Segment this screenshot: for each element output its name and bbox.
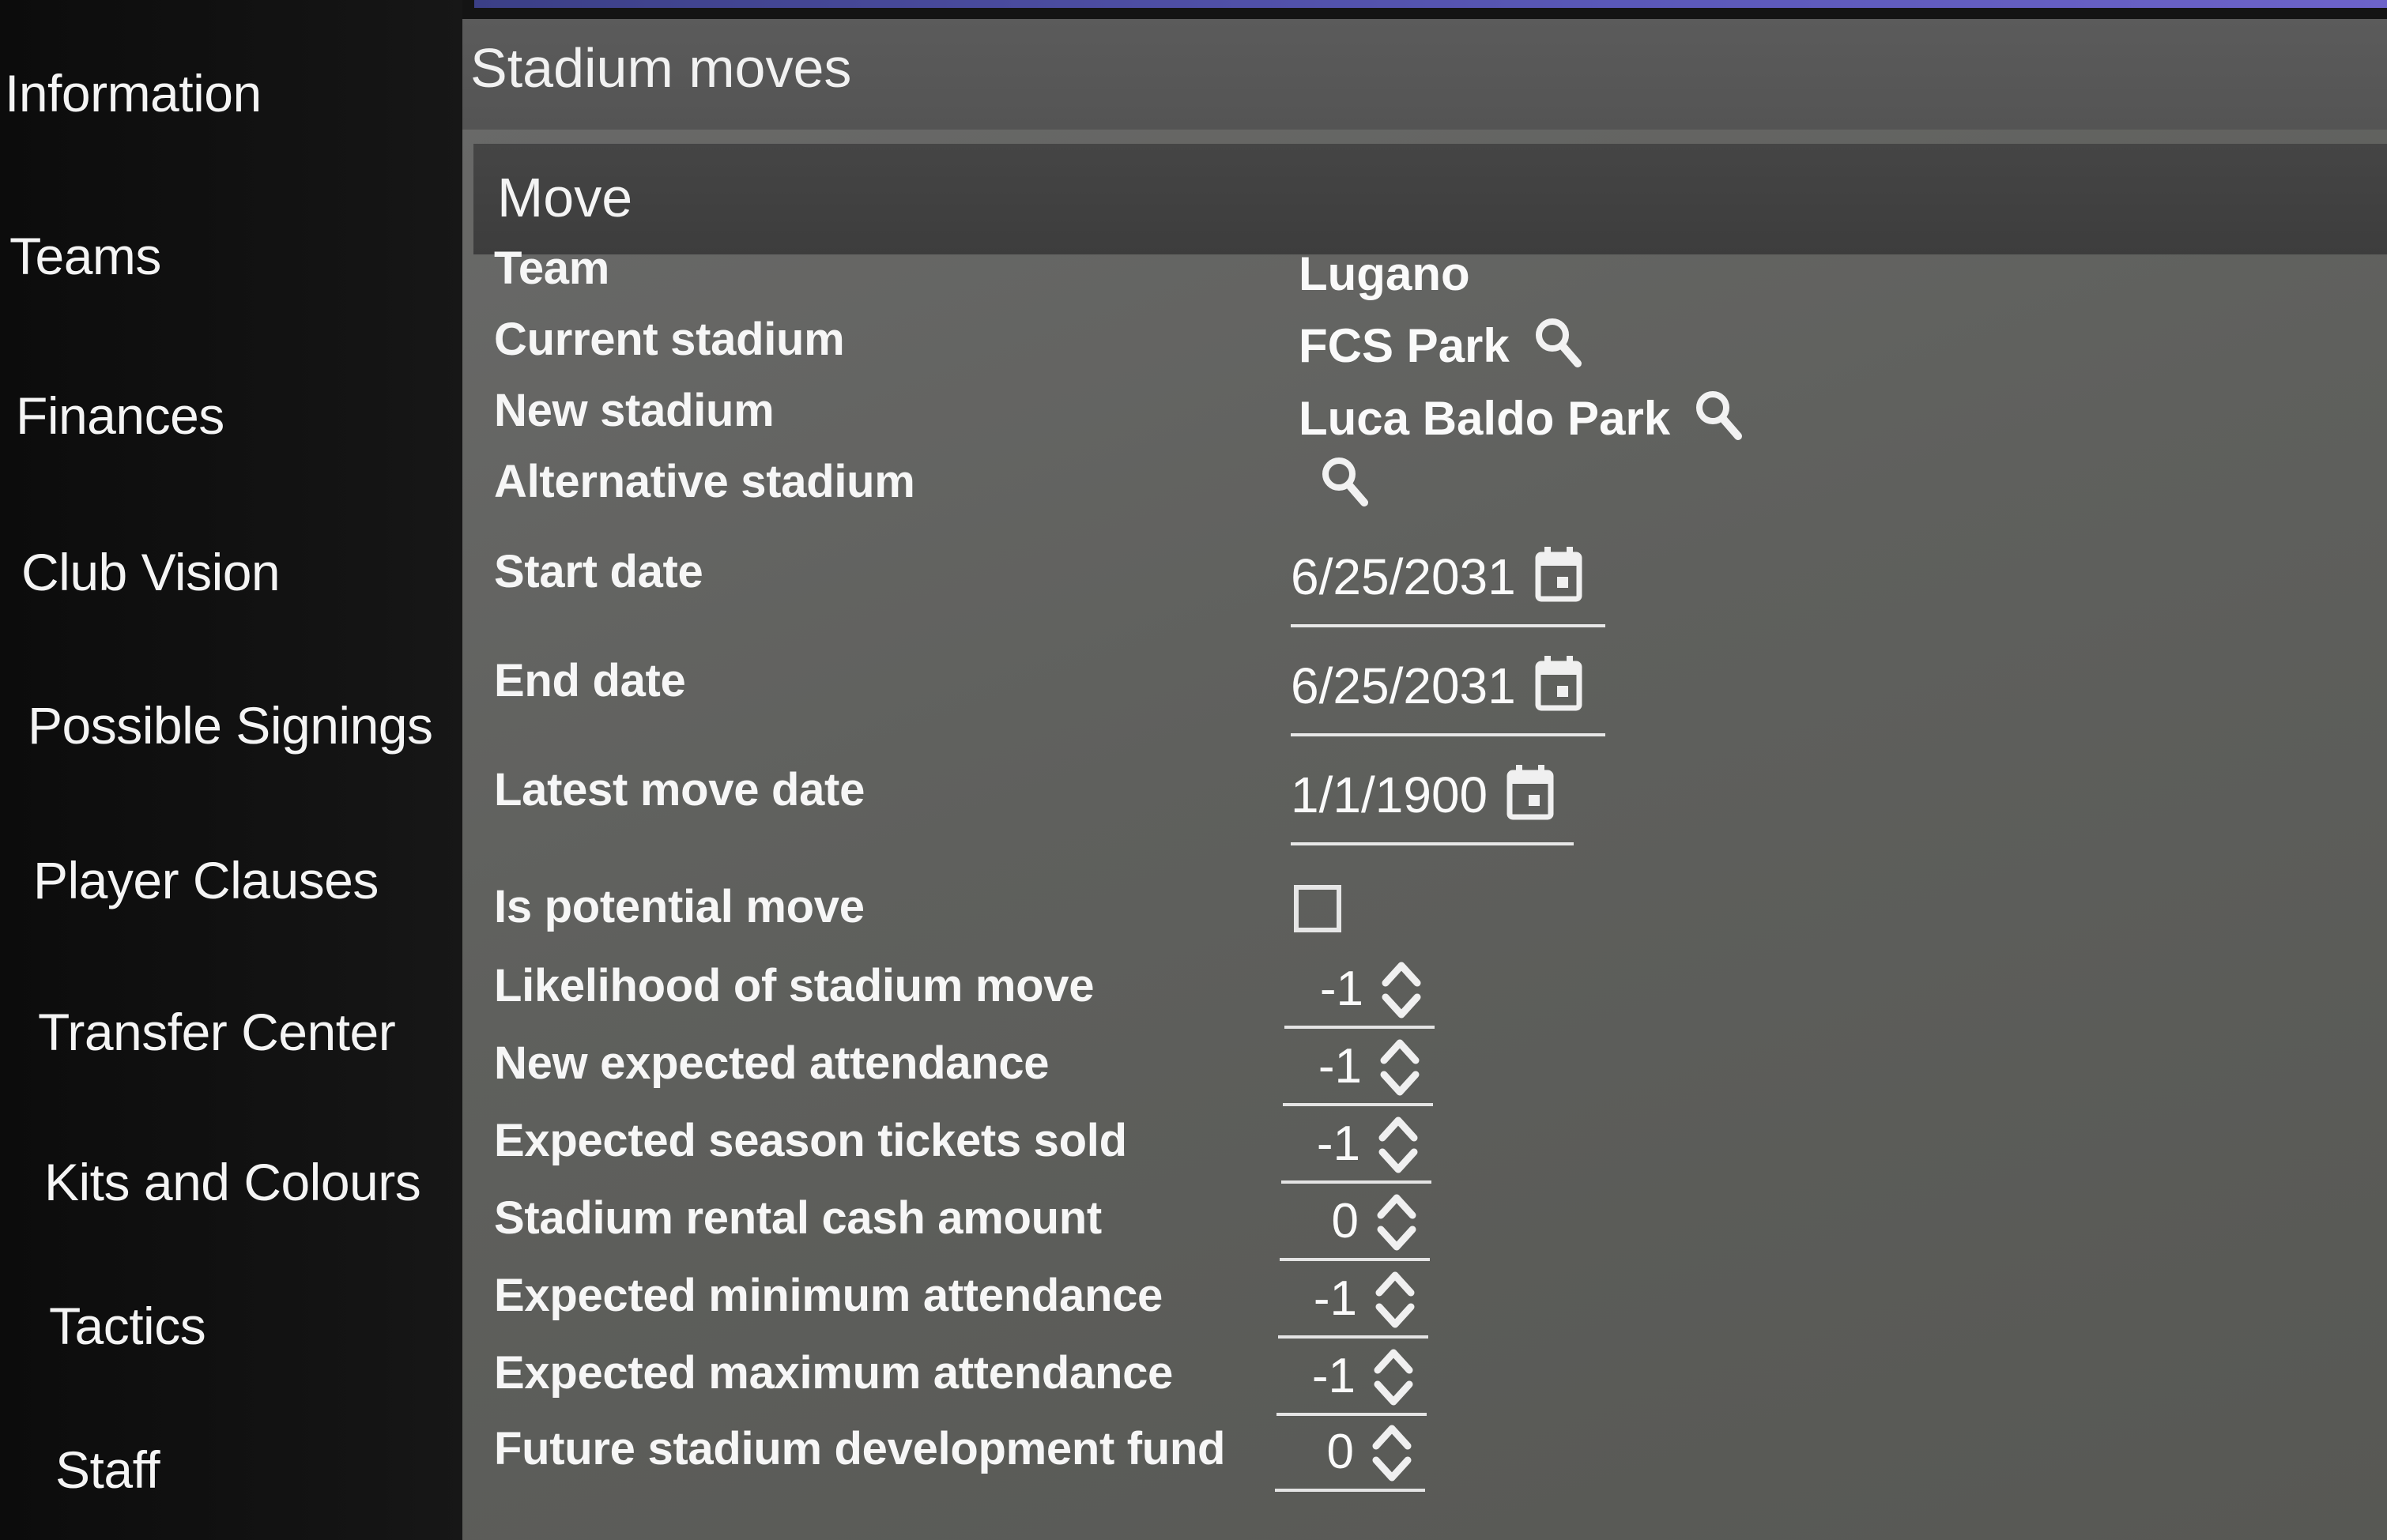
current-stadium-label: Current stadium: [494, 314, 845, 365]
current-stadium-value: FCS Park: [1299, 318, 1510, 372]
alternative-stadium-label: Alternative stadium: [494, 456, 915, 507]
field-row-latest-move-date: Latest move date 1/1/1900: [462, 763, 2387, 845]
is-potential-move-label: Is potential move: [494, 881, 865, 932]
end-date-label: End date: [494, 655, 686, 706]
expected-max-attendance-label: Expected maximum attendance: [494, 1347, 1173, 1399]
sidebar-item-finances[interactable]: Finances: [16, 386, 224, 446]
up-down-arrows-icon[interactable]: [1370, 1419, 1414, 1485]
up-down-arrows-icon[interactable]: [1376, 1111, 1420, 1177]
move-section-header[interactable]: Move: [473, 144, 2387, 254]
sidebar-nav: Information Teams Finances Club Vision P…: [0, 0, 462, 1540]
new-expected-attendance-value: -1: [1318, 1039, 1362, 1094]
page-title: Stadium moves: [470, 37, 852, 99]
search-icon[interactable]: [1694, 389, 1744, 455]
start-date-picker[interactable]: 6/25/2031: [1291, 545, 1605, 627]
field-row-expected-max-attendance: Expected maximum attendance -1: [462, 1346, 2387, 1418]
likelihood-label: Likelihood of stadium move: [494, 960, 1095, 1011]
expected-max-attendance-stepper[interactable]: -1: [1276, 1343, 1427, 1416]
expected-season-tickets-stepper[interactable]: -1: [1281, 1111, 1431, 1184]
calendar-icon[interactable]: [1533, 654, 1584, 717]
likelihood-value: -1: [1319, 962, 1363, 1016]
expected-min-attendance-stepper[interactable]: -1: [1278, 1266, 1428, 1339]
end-date-value: 6/25/2031: [1291, 657, 1516, 714]
field-row-is-potential-move: Is potential move: [462, 880, 2387, 951]
new-stadium-field: Luca Baldo Park: [1299, 389, 1744, 455]
expected-min-attendance-value: -1: [1313, 1271, 1357, 1326]
current-stadium-field: FCS Park: [1299, 316, 1584, 382]
start-date-value: 6/25/2031: [1291, 548, 1516, 605]
future-dev-fund-value: 0: [1326, 1425, 1354, 1479]
sidebar-item-tactics[interactable]: Tactics: [49, 1296, 206, 1356]
field-row-start-date: Start date 6/25/2031: [462, 545, 2387, 627]
calendar-icon[interactable]: [1505, 763, 1556, 826]
expected-max-attendance-value: -1: [1311, 1349, 1356, 1403]
future-dev-fund-stepper[interactable]: 0: [1275, 1419, 1425, 1492]
sidebar-item-club-vision[interactable]: Club Vision: [21, 542, 281, 602]
up-down-arrows-icon[interactable]: [1378, 1034, 1422, 1100]
field-row-future-dev-fund: Future stadium development fund 0: [462, 1422, 2387, 1493]
field-row-team: Team Lugano: [462, 242, 2387, 313]
up-down-arrows-icon[interactable]: [1375, 1188, 1419, 1255]
up-down-arrows-icon[interactable]: [1373, 1266, 1417, 1332]
latest-move-date-picker[interactable]: 1/1/1900: [1291, 763, 1574, 845]
stadium-rental-cash-stepper[interactable]: 0: [1280, 1188, 1430, 1261]
expected-season-tickets-label: Expected season tickets sold: [494, 1115, 1127, 1166]
new-expected-attendance-label: New expected attendance: [494, 1037, 1050, 1089]
screen: Information Teams Finances Club Vision P…: [0, 0, 2387, 1540]
latest-move-date-label: Latest move date: [494, 764, 865, 815]
start-date-label: Start date: [494, 546, 703, 597]
end-date-picker[interactable]: 6/25/2031: [1291, 654, 1605, 736]
sidebar-item-teams[interactable]: Teams: [9, 226, 161, 286]
up-down-arrows-icon[interactable]: [1379, 956, 1424, 1022]
search-icon[interactable]: [1533, 316, 1584, 382]
section-title: Move: [497, 167, 633, 228]
stadium-rental-cash-value: 0: [1331, 1194, 1359, 1248]
latest-move-date-value: 1/1/1900: [1291, 766, 1488, 823]
field-row-expected-season-tickets: Expected season tickets sold -1: [462, 1114, 2387, 1185]
expected-season-tickets-value: -1: [1316, 1116, 1360, 1171]
new-stadium-label: New stadium: [494, 385, 775, 436]
field-row-new-expected-attendance: New expected attendance -1: [462, 1037, 2387, 1108]
stadium-rental-cash-label: Stadium rental cash amount: [494, 1192, 1102, 1244]
sidebar-item-player-clauses[interactable]: Player Clauses: [33, 850, 379, 910]
field-row-stadium-rental-cash: Stadium rental cash amount 0: [462, 1192, 2387, 1263]
new-expected-attendance-stepper[interactable]: -1: [1283, 1034, 1433, 1106]
team-value: Lugano: [1299, 247, 1470, 300]
new-stadium-value: Luca Baldo Park: [1299, 391, 1671, 445]
field-row-likelihood: Likelihood of stadium move -1: [462, 959, 2387, 1030]
search-icon[interactable]: [1320, 455, 1371, 521]
alternative-stadium-field: [1320, 455, 1371, 521]
is-potential-move-checkbox[interactable]: [1294, 885, 1341, 932]
field-row-end-date: End date 6/25/2031: [462, 654, 2387, 736]
field-row-new-stadium: New stadium Luca Baldo Park: [462, 384, 2387, 455]
sidebar-item-kits-and-colours[interactable]: Kits and Colours: [44, 1152, 421, 1212]
stadium-moves-panel: Stadium moves Move Team Lugano Current s…: [462, 19, 2387, 1540]
field-row-alternative-stadium: Alternative stadium: [462, 455, 2387, 526]
sidebar-item-information[interactable]: Information: [5, 63, 262, 123]
future-dev-fund-label: Future stadium development fund: [494, 1423, 1226, 1474]
expected-min-attendance-label: Expected minimum attendance: [494, 1270, 1163, 1321]
up-down-arrows-icon[interactable]: [1371, 1343, 1416, 1410]
likelihood-stepper[interactable]: -1: [1284, 956, 1435, 1029]
panel-header: Stadium moves: [462, 19, 2387, 130]
window-accent-strip: [474, 0, 2387, 8]
sidebar-item-possible-signings[interactable]: Possible Signings: [28, 695, 433, 755]
calendar-icon[interactable]: [1533, 545, 1584, 608]
field-row-current-stadium: Current stadium FCS Park: [462, 313, 2387, 384]
field-row-expected-min-attendance: Expected minimum attendance -1: [462, 1269, 2387, 1340]
sidebar-item-staff[interactable]: Staff: [55, 1440, 160, 1500]
team-label: Team: [494, 243, 610, 294]
sidebar-item-transfer-center[interactable]: Transfer Center: [38, 1002, 396, 1062]
